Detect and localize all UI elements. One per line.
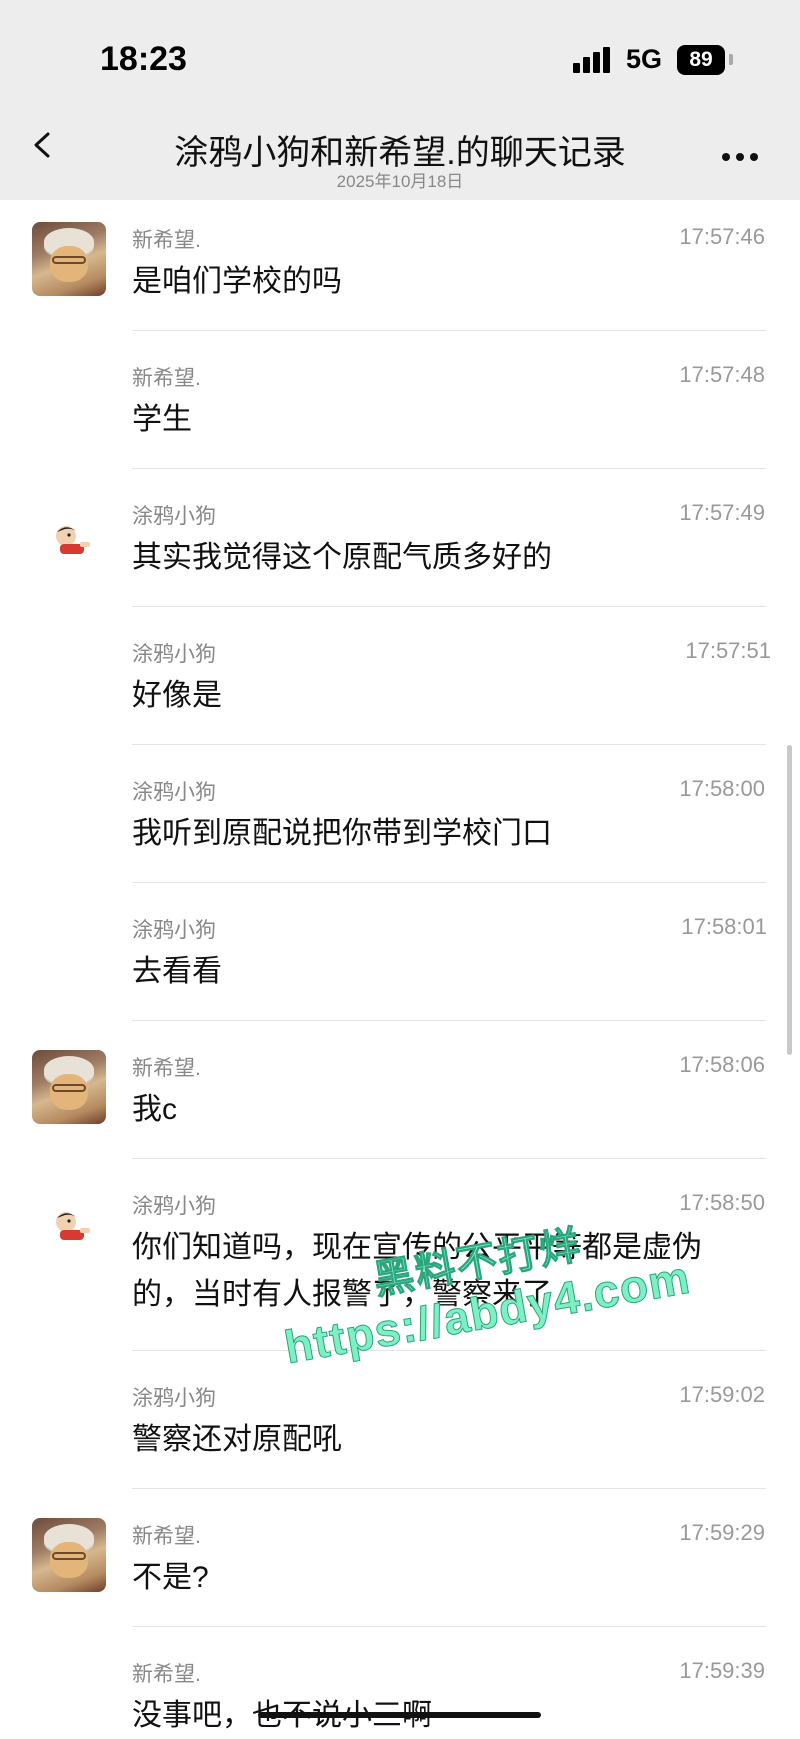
divider — [132, 882, 766, 883]
battery-tip — [729, 54, 733, 65]
divider — [132, 1020, 766, 1021]
sender-name: 新希望. — [132, 1663, 201, 1686]
sender-name: 涂鸦小狗 — [132, 505, 216, 528]
divider — [132, 468, 766, 469]
message-time: 17:57:48 — [679, 362, 765, 387]
sender-name: 涂鸦小狗 — [132, 919, 216, 942]
chat-history-header: 18:23 5G 89 涂鸦小狗和新希望.的聊天记录 2025年10月18日 — [0, 0, 800, 200]
divider — [132, 1350, 766, 1351]
divider — [132, 744, 766, 745]
sender-name: 新希望. — [132, 1057, 201, 1080]
divider — [132, 1488, 766, 1489]
divider — [132, 1626, 766, 1627]
sender-name: 新希望. — [132, 1525, 201, 1548]
message-time: 17:58:50 — [679, 1190, 765, 1215]
sender-name: 涂鸦小狗 — [132, 781, 216, 804]
network-type: 5G — [626, 44, 663, 74]
message-time: 17:59:29 — [679, 1520, 765, 1545]
message-time: 17:57:51 — [685, 638, 771, 663]
sender-name: 新希望. — [132, 367, 201, 390]
message-time: 17:57:49 — [679, 500, 765, 525]
message-time: 17:58:01 — [681, 914, 767, 939]
sender-name: 涂鸦小狗 — [132, 1195, 216, 1218]
message-text: 警察还对原配吼 — [132, 1423, 342, 1456]
divider — [132, 330, 766, 331]
status-time: 18:23 — [100, 40, 187, 78]
sender-name: 新希望. — [132, 229, 201, 252]
sender-name: 涂鸦小狗 — [132, 1387, 216, 1410]
message-text: 我听到原配说把你带到学校门口 — [132, 817, 552, 850]
scrollbar[interactable] — [787, 745, 792, 1055]
redaction-strike — [258, 1712, 541, 1718]
elderly-avatar[interactable] — [32, 1518, 106, 1592]
message-time: 17:58:00 — [679, 776, 765, 801]
divider — [132, 1158, 766, 1159]
more-options-icon[interactable] — [722, 148, 764, 166]
message-text: 不是? — [132, 1561, 209, 1594]
message-time: 17:58:06 — [679, 1052, 765, 1077]
message-time: 17:59:39 — [679, 1658, 765, 1683]
sender-name: 涂鸦小狗 — [132, 643, 216, 666]
message-text: 我c — [132, 1093, 177, 1126]
elderly-avatar[interactable] — [32, 222, 106, 296]
message-text: 去看看 — [132, 955, 222, 988]
message-text: 其实我觉得这个原配气质多好的 — [132, 541, 552, 574]
message-text: 学生 — [132, 403, 192, 436]
message-text-visible: 没事吧， — [132, 1699, 252, 1732]
message-time: 17:59:02 — [679, 1382, 765, 1407]
cartoon-kid-avatar[interactable] — [50, 522, 92, 556]
message-text: 好像是 — [132, 679, 222, 712]
page-subtitle: 2025年10月18日 — [336, 172, 464, 191]
cartoon-kid-avatar[interactable] — [50, 1208, 92, 1242]
signal-icon — [573, 47, 613, 73]
divider — [132, 606, 766, 607]
message-text: 是咱们学校的吗 — [132, 265, 342, 298]
elderly-avatar[interactable] — [32, 1050, 106, 1124]
message-time: 17:57:46 — [679, 224, 765, 249]
battery-icon: 89 — [677, 45, 725, 75]
